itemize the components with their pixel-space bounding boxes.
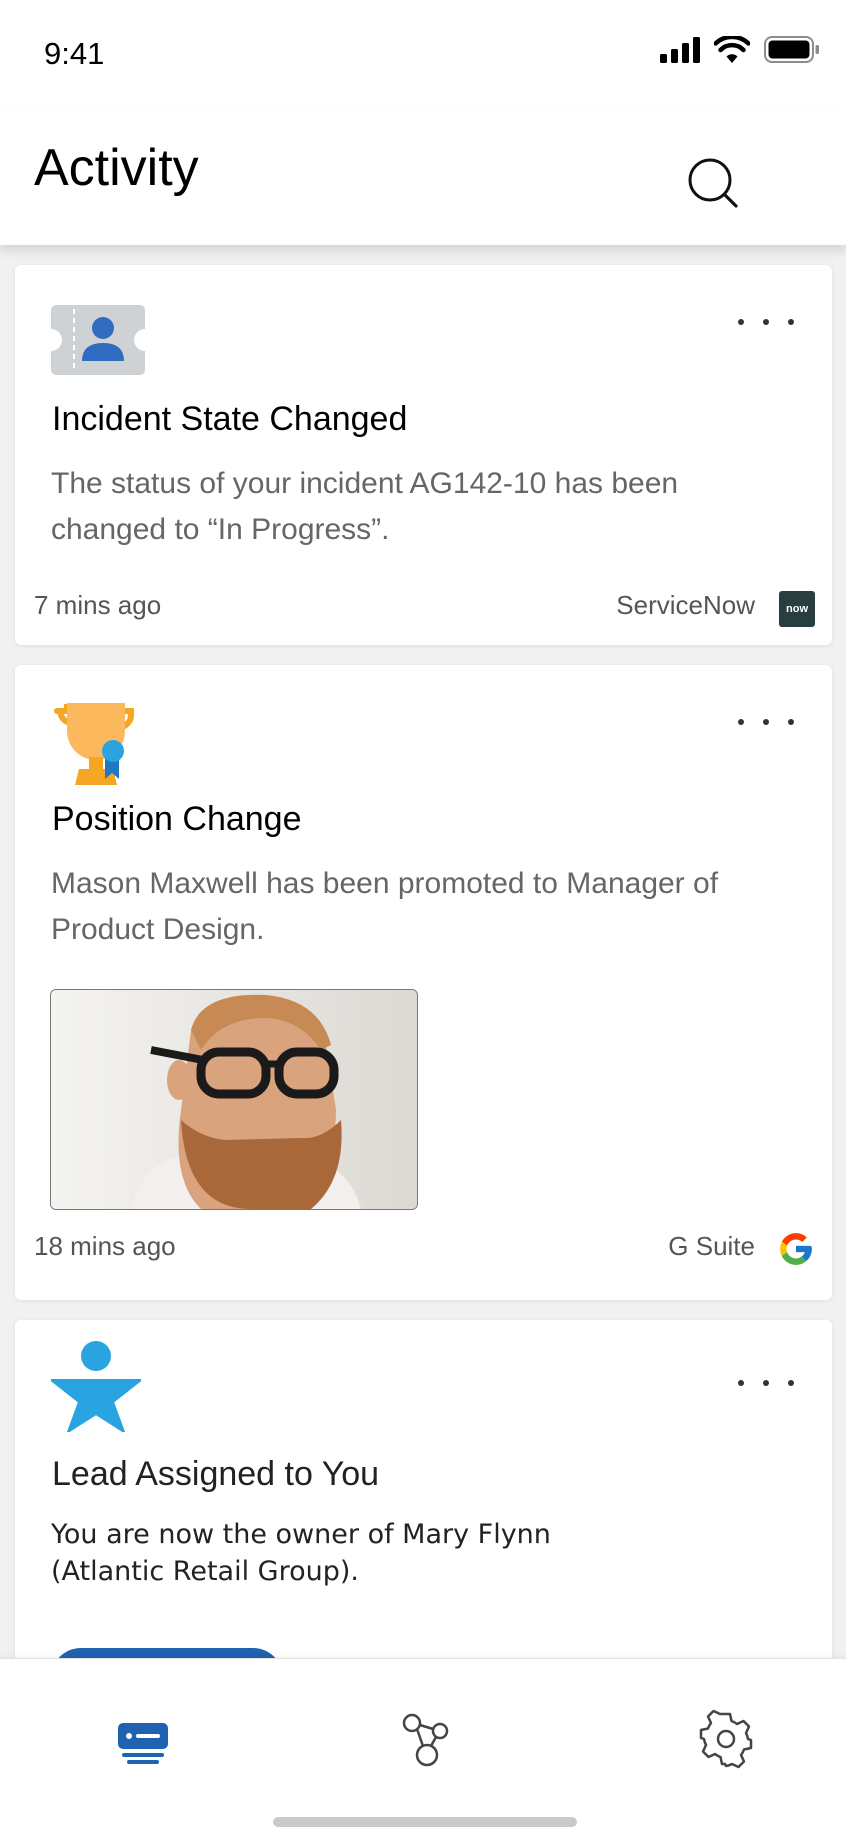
status-time: 9:41: [44, 36, 105, 71]
status-bar: 9:41: [0, 0, 846, 110]
card-timestamp: 7 mins ago: [34, 590, 162, 620]
activity-feed[interactable]: Incident State Changed The status of you…: [0, 245, 846, 1658]
card-source-name: G Suite: [668, 1231, 755, 1261]
app-header: Activity: [0, 110, 846, 245]
activity-card-position-change[interactable]: Position Change Mason Maxwell has been p…: [15, 665, 832, 1300]
card-body: Mason Maxwell has been promoted to Manag…: [51, 867, 719, 946]
star-person-icon: [50, 1340, 142, 1437]
google-logo-icon: [777, 1230, 815, 1273]
card-title: Incident State Changed: [52, 400, 408, 438]
trophy-icon: [53, 701, 139, 792]
nav-settings[interactable]: [696, 1709, 756, 1769]
card-source-name: ServiceNow: [616, 590, 755, 620]
card-timestamp: 18 mins ago: [34, 1231, 176, 1261]
nav-activity[interactable]: [113, 1709, 173, 1769]
more-options-button[interactable]: [738, 1370, 794, 1396]
settings-icon: [699, 1709, 753, 1769]
more-options-button[interactable]: [738, 309, 794, 335]
card-body: The status of your incident AG142-10 has…: [51, 467, 679, 546]
connections-icon: [402, 1713, 449, 1767]
portrait-image: [51, 990, 417, 1209]
card-title: Lead Assigned to You: [52, 1455, 380, 1493]
activity-card-lead-assigned[interactable]: Lead Assigned to You You are now the own…: [15, 1320, 832, 1658]
profile-photo: [50, 989, 418, 1210]
activity-feed-icon: [118, 1723, 168, 1764]
status-icons: [660, 36, 820, 63]
ticket-person-icon: [51, 305, 145, 380]
wifi-icon: [714, 36, 750, 63]
search-icon: [688, 158, 738, 208]
servicenow-logo-icon: now: [779, 591, 815, 627]
bottom-navigation: [0, 1658, 846, 1841]
search-button[interactable]: [686, 156, 742, 212]
home-indicator[interactable]: [273, 1817, 577, 1827]
nav-connections[interactable]: [395, 1709, 455, 1769]
more-options-button[interactable]: [738, 709, 794, 735]
battery-icon: [764, 36, 819, 63]
activity-card-incident[interactable]: Incident State Changed The status of you…: [15, 265, 832, 645]
page-title: Activity: [34, 139, 199, 197]
card-body: You are now the owner of Mary Flynn (Atl…: [51, 1519, 551, 1587]
card-title: Position Change: [52, 800, 302, 838]
cellular-signal-icon: [660, 36, 700, 63]
